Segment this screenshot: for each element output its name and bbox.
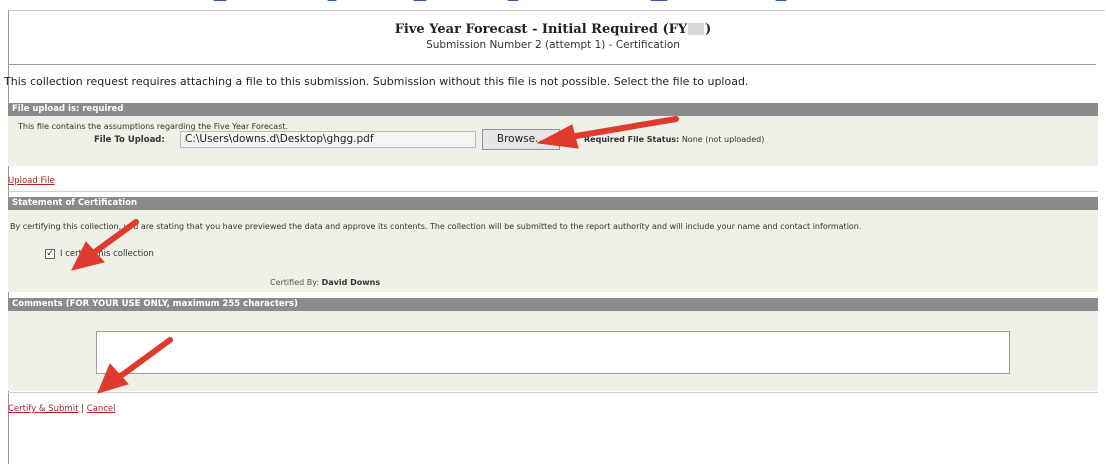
page-subtitle: Submission Number 2 (attempt 1) - Certif… bbox=[426, 39, 680, 51]
cancel-link[interactable]: Cancel bbox=[87, 404, 116, 414]
file-description: This file contains the assumptions regar… bbox=[18, 122, 289, 131]
redacted-fiscal-year bbox=[688, 23, 705, 35]
comments-textarea[interactable] bbox=[96, 331, 1010, 374]
comments-section bbox=[8, 311, 1098, 391]
upload-file-link[interactable]: Upload File bbox=[8, 176, 55, 186]
certified-by-name: David Downs bbox=[321, 278, 381, 287]
status-label: Required File Status: bbox=[584, 135, 680, 144]
action-separator: | bbox=[81, 404, 84, 414]
file-upload-section: This file contains the assumptions regar… bbox=[8, 116, 1098, 166]
certification-statement: By certifying this collection, you are s… bbox=[10, 222, 862, 231]
page-header: Five Year Forecast - Initial Required (F… bbox=[0, 22, 1106, 51]
required-file-status: Required File Status: None (not uploaded… bbox=[584, 135, 764, 144]
certify-checkbox[interactable]: ✓ bbox=[45, 249, 55, 259]
certified-by-label: Certified By: bbox=[270, 278, 320, 287]
divider bbox=[8, 191, 1098, 192]
certify-checkbox-label: I certify this collection bbox=[60, 249, 154, 259]
certified-by: Certified By: David Downs bbox=[270, 278, 380, 287]
header-divider bbox=[8, 64, 1096, 65]
cropped-top-text bbox=[0, 0, 1106, 10]
browse-button[interactable]: Browse... bbox=[482, 129, 560, 150]
certify-submit-link[interactable]: Certify & Submit bbox=[8, 404, 78, 414]
page-title: Five Year Forecast - Initial Required (F… bbox=[394, 22, 712, 37]
file-upload-section-header: File upload is: required bbox=[8, 103, 1098, 116]
comments-section-header: Comments (FOR YOUR USE ONLY, maximum 255… bbox=[8, 298, 1098, 311]
divider bbox=[8, 392, 1098, 393]
form-actions: Certify & Submit | Cancel bbox=[8, 404, 116, 414]
status-value: None (not uploaded) bbox=[681, 135, 765, 144]
file-to-upload-label: File To Upload: bbox=[94, 135, 165, 145]
intro-text: This collection request requires attachi… bbox=[4, 75, 749, 88]
certification-section-header: Statement of Certification bbox=[8, 197, 1098, 210]
file-path-input[interactable]: C:\Users\downs.d\Desktop\ghgg.pdf bbox=[180, 131, 476, 148]
certification-section: By certifying this collection, you are s… bbox=[8, 210, 1098, 292]
